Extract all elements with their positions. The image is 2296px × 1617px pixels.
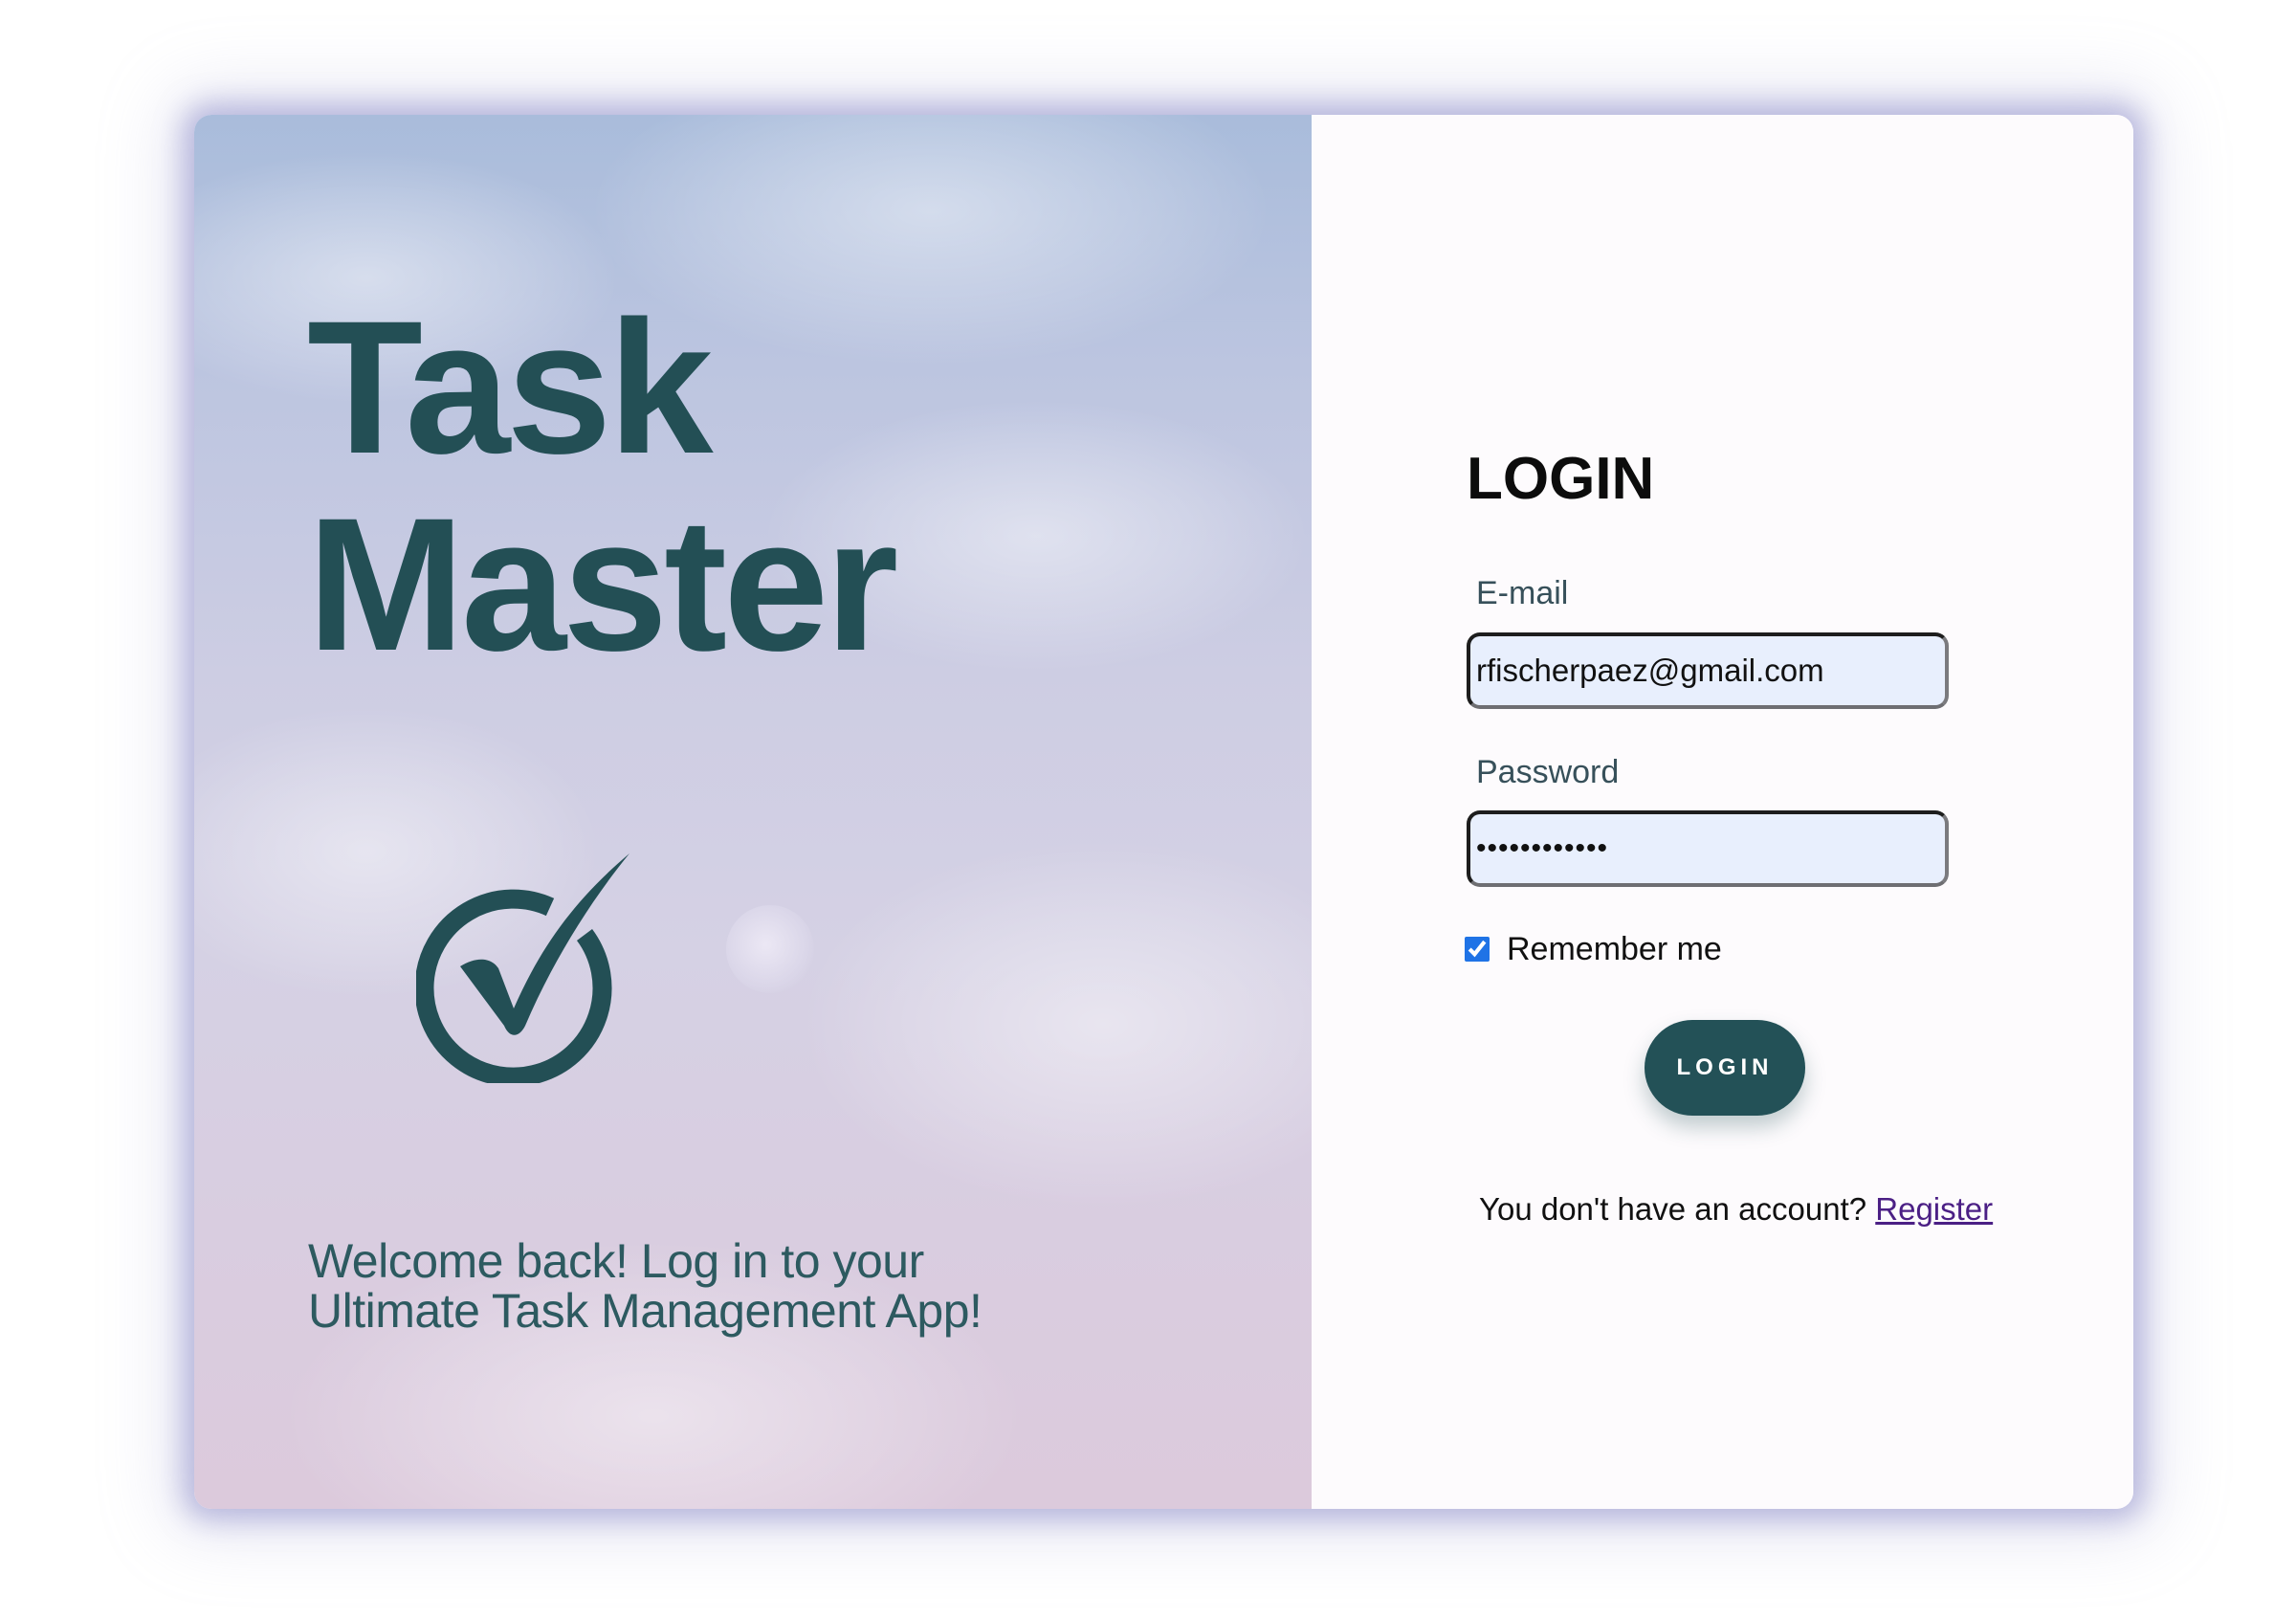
login-form-panel: LOGIN E-mail Password Remember me LOGIN … <box>1312 115 2133 1509</box>
password-label: Password <box>1476 754 1620 790</box>
register-link[interactable]: Register <box>1875 1191 1993 1227</box>
login-button[interactable]: LOGIN <box>1645 1020 1805 1116</box>
app-title-line-2: Master <box>307 478 898 690</box>
tagline-line-1: Welcome back! Log in to your <box>308 1234 924 1288</box>
moon-decoration <box>726 905 814 993</box>
remember-me-label[interactable]: Remember me <box>1507 930 1722 968</box>
app-title-line-1: Task <box>307 281 714 493</box>
email-label: E-mail <box>1476 575 1569 611</box>
cloud-decoration <box>806 842 1312 1206</box>
check-circle-icon <box>416 853 629 1083</box>
app-title: Task Master <box>307 281 898 690</box>
hero-panel: Task Master Welcome back! Log in to your… <box>194 115 1312 1509</box>
register-prompt-row: You don't have an account? Register <box>1479 1190 1993 1229</box>
welcome-tagline: Welcome back! Log in to your Ultimate Ta… <box>308 1236 1169 1336</box>
remember-me-checkbox[interactable] <box>1465 937 1490 962</box>
remember-me-row: Remember me <box>1465 930 1722 968</box>
email-field[interactable] <box>1467 632 1949 709</box>
login-heading: LOGIN <box>1467 446 1655 512</box>
register-prompt: You don't have an account? <box>1479 1191 1876 1227</box>
tagline-line-2: Ultimate Task Management App! <box>308 1284 982 1338</box>
login-card: Task Master Welcome back! Log in to your… <box>194 115 2133 1509</box>
password-field[interactable] <box>1467 810 1949 887</box>
